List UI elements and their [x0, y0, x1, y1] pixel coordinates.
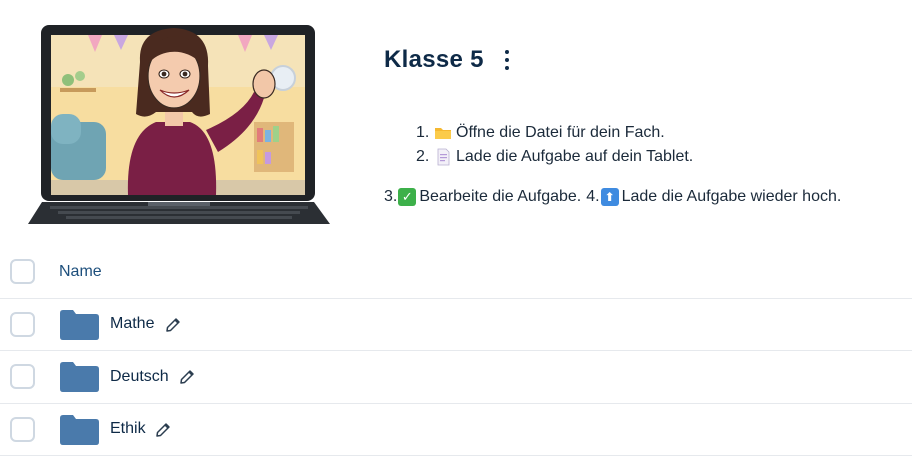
row-checkbox[interactable]: [10, 311, 35, 337]
folder-name[interactable]: Mathe: [110, 315, 154, 333]
edit-pencil-icon[interactable]: [154, 421, 172, 439]
instruction-step: 1. Öffne die Datei für dein Fach.: [416, 121, 693, 145]
title-row: Klasse 5: [384, 46, 514, 74]
step-number: 2.: [416, 148, 430, 165]
check-mark-emoji-icon: ✓: [398, 188, 417, 206]
folder-name[interactable]: Deutsch: [110, 368, 169, 386]
folder-name[interactable]: Ethik: [110, 420, 146, 438]
bitmoji-laptop-illustration: [28, 25, 330, 224]
edit-pencil-icon[interactable]: [178, 368, 196, 386]
step-number: 3.: [384, 188, 398, 205]
row-checkbox[interactable]: [10, 364, 35, 389]
instruction-step: 2. Lade die Aufgabe auf dein Tablet.: [416, 145, 693, 169]
folder-emoji-icon: [435, 128, 451, 139]
step-text: Lade die Aufgabe auf dein Tablet.: [456, 148, 694, 165]
edit-pencil-icon[interactable]: [164, 316, 182, 334]
folder-icon: [60, 309, 99, 340]
select-all-checkbox[interactable]: [10, 259, 35, 284]
step-text: Öffne die Datei für dein Fach.: [456, 124, 665, 141]
instruction-list: 1. Öffne die Datei für dein Fach. 2. Lad…: [416, 121, 693, 169]
folder-icon: [60, 362, 99, 392]
step-text: Lade die Aufgabe wieder hoch.: [621, 188, 842, 205]
step-number: 1.: [416, 124, 430, 141]
step-number: 4.: [586, 188, 600, 205]
up-arrow-emoji-icon: ⬆: [600, 188, 619, 206]
table-header-row: Name: [0, 246, 912, 299]
table-row[interactable]: Deutsch: [0, 351, 912, 404]
table-row[interactable]: Ethik: [0, 404, 912, 456]
row-checkbox[interactable]: [10, 416, 35, 442]
table-row[interactable]: Mathe: [0, 299, 912, 351]
page-title: Klasse 5: [384, 46, 484, 73]
file-table: Name Mathe Deutsch Ethik: [0, 246, 912, 456]
instruction-inline: 3. ✓ Bearbeite die Aufgabe. 4. ⬆ Lade di…: [384, 186, 841, 208]
page-emoji-icon: [437, 148, 450, 166]
kebab-menu-icon[interactable]: [500, 46, 514, 74]
column-header-name[interactable]: Name: [59, 263, 102, 281]
step-text: Bearbeite die Aufgabe.: [419, 188, 582, 205]
folder-icon: [60, 414, 99, 445]
